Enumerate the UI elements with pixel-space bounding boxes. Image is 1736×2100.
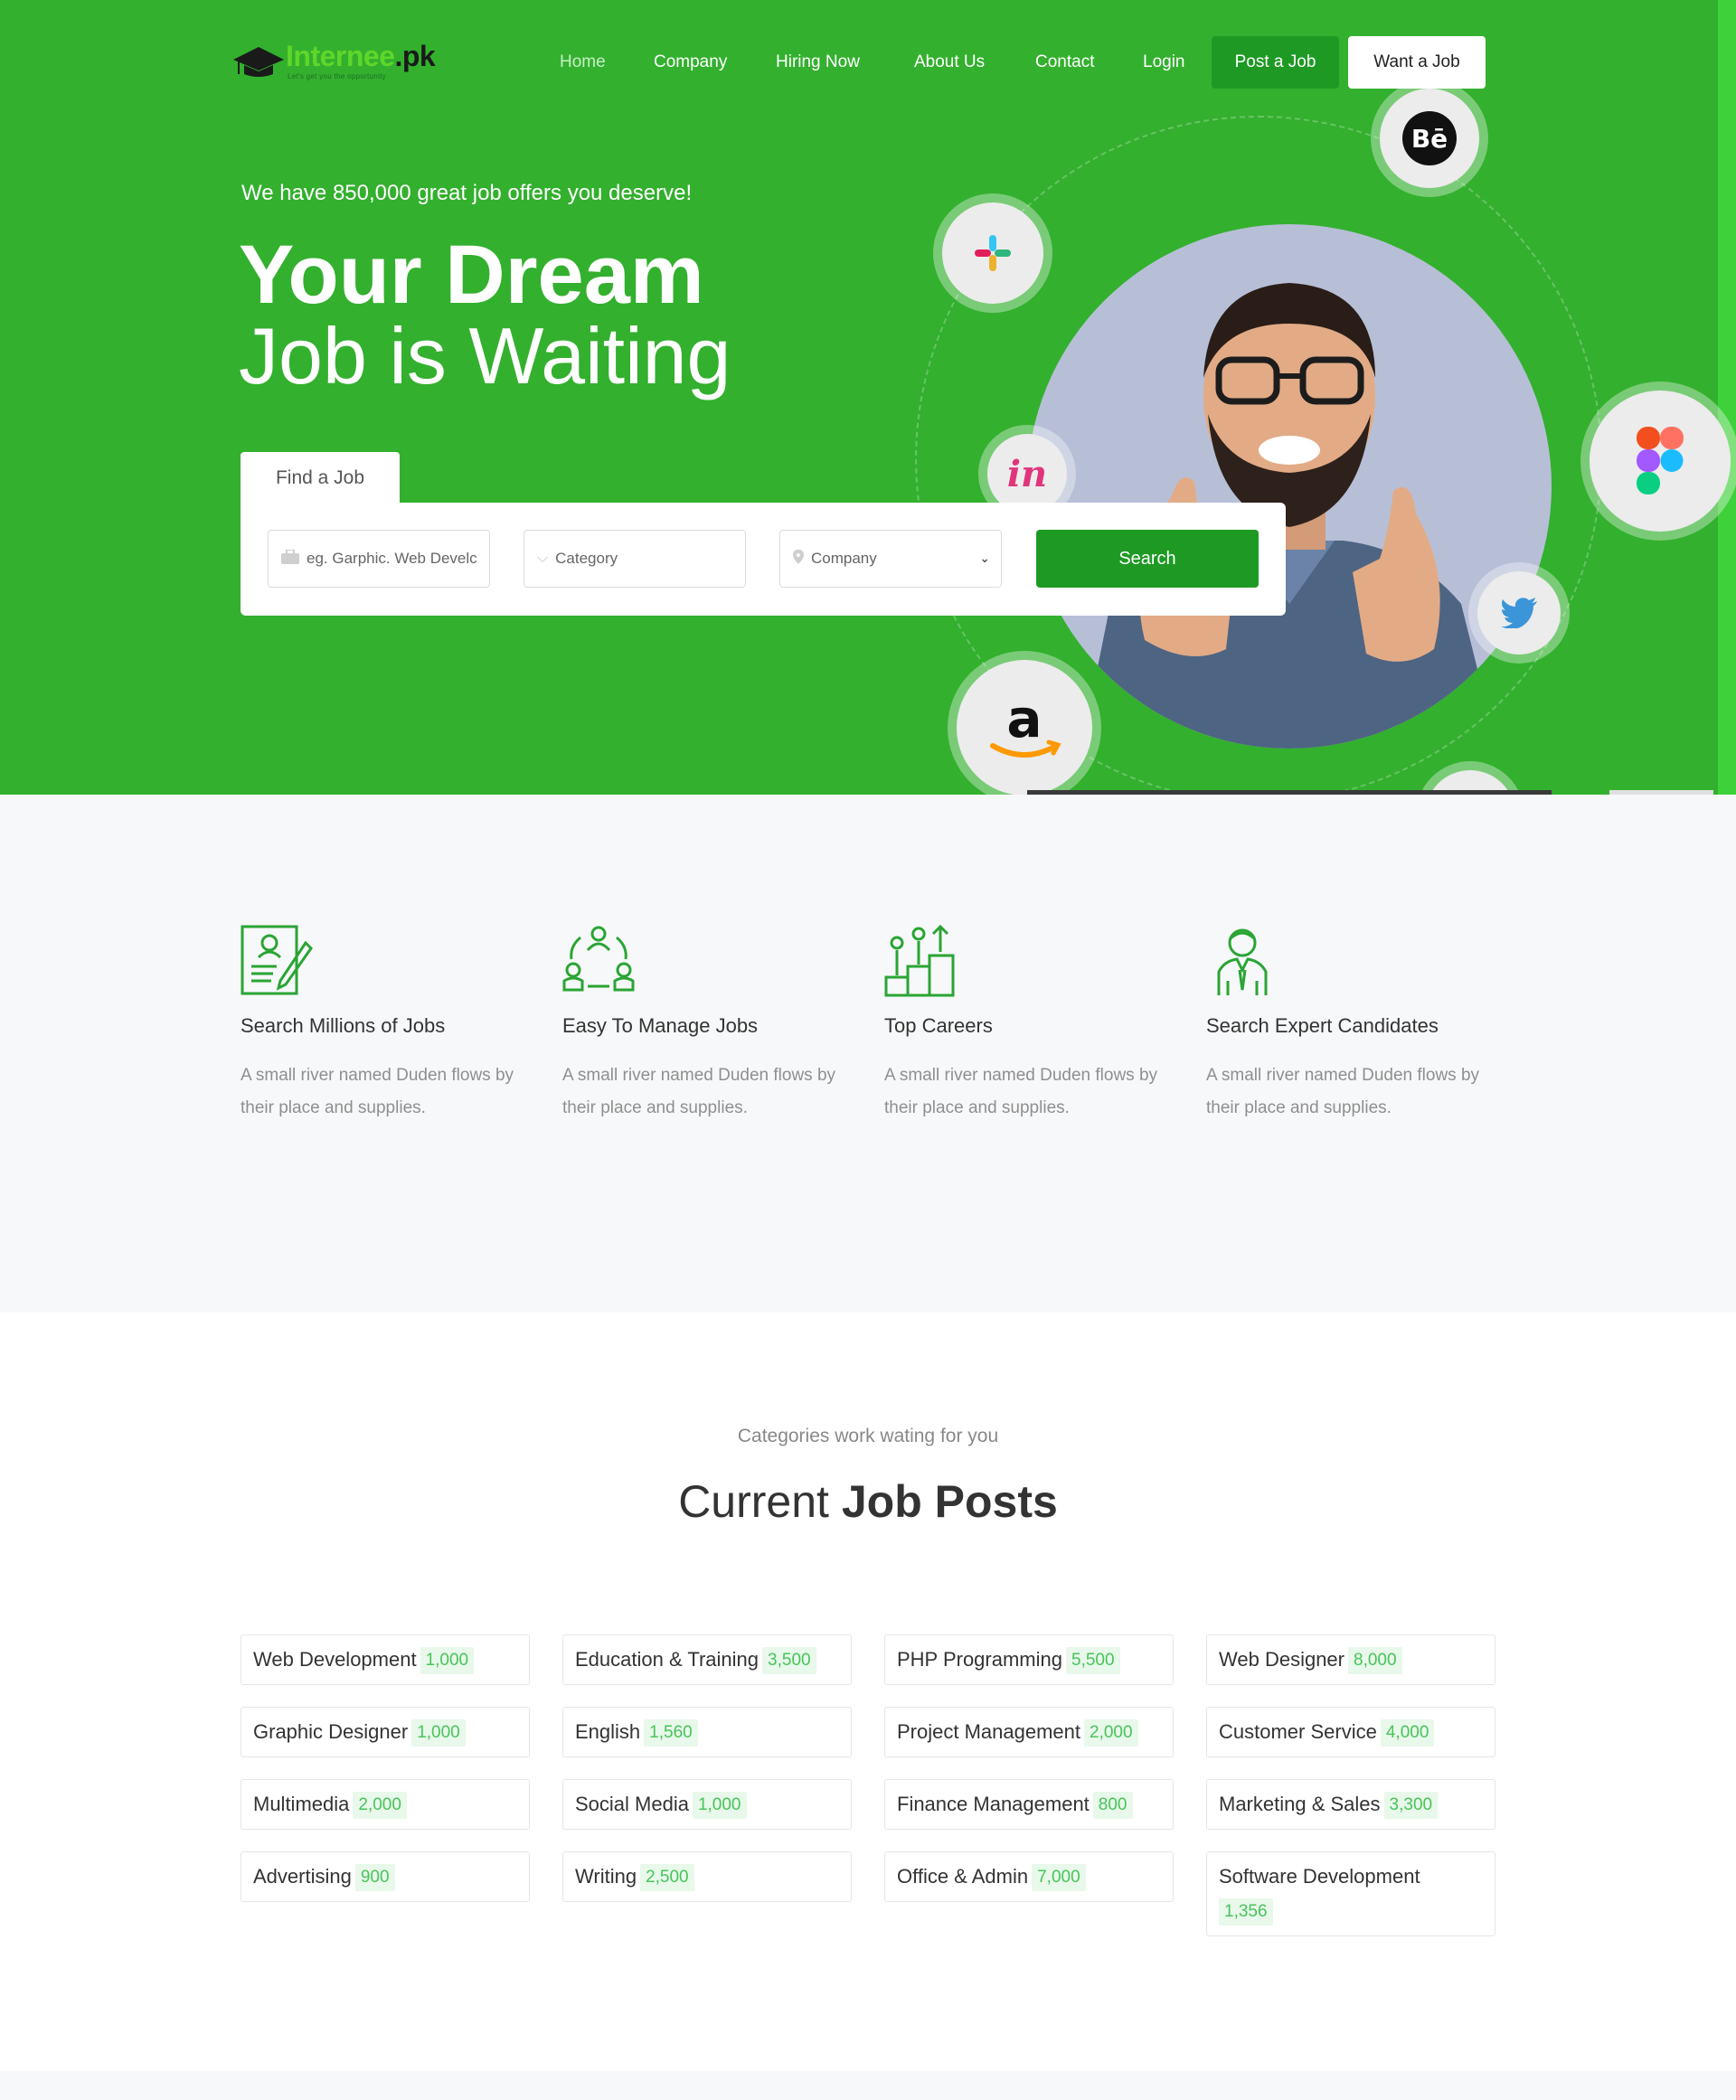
company-value: Company [811, 550, 877, 567]
category-tag[interactable]: Marketing & Sales 3,300 [1206, 1779, 1495, 1831]
job-search-form: eg. Garphic. Web Develc ⌵ Category Compa… [241, 503, 1286, 616]
category-tag[interactable]: Finance Management 800 [884, 1779, 1174, 1831]
chevron-down-icon: ⌵ [537, 551, 549, 566]
category-tag[interactable]: Multimedia 2,000 [241, 1779, 530, 1831]
feature-description: A small river named Duden flows by their… [241, 1066, 514, 1117]
nav-hiring-now[interactable]: Hiring Now [776, 52, 860, 72]
hero-portrait [1027, 224, 1552, 749]
want-job-button[interactable]: Want a Job [1348, 36, 1486, 89]
categories-subtitle: Categories work wating for you [737, 1426, 999, 1446]
find-job-tab[interactable]: Find a Job [241, 452, 400, 504]
category-count: 1,000 [692, 1792, 747, 1820]
feature-card: Top Careers A small river named Duden fl… [884, 924, 1174, 1125]
category-count: 2,000 [353, 1792, 407, 1820]
brand-tagline: Let's get you the opportunity [288, 72, 386, 80]
category-tag[interactable]: PHP Programming 5,500 [884, 1634, 1174, 1686]
category-tag[interactable]: Project Management 2,000 [884, 1707, 1174, 1758]
nav-login[interactable]: Login [1143, 52, 1185, 72]
features-section: Search Millions of Jobs A small river na… [0, 795, 1736, 1313]
category-count: 900 [354, 1864, 395, 1892]
feature-card: Search Expert Candidates A small river n… [1206, 925, 1495, 1125]
category-tag[interactable]: Web Designer 8,000 [1206, 1634, 1495, 1686]
category-tag[interactable]: Web Development 1,000 [241, 1634, 530, 1686]
category-tag[interactable]: Graphic Designer 1,000 [241, 1707, 530, 1758]
category-count: 800 [1092, 1792, 1133, 1820]
nav-company[interactable]: Company [654, 52, 727, 72]
nav-home[interactable]: Home [560, 52, 606, 72]
hero-subtitle: We have 850,000 great job offers you des… [241, 181, 693, 205]
category-count: 1,000 [420, 1647, 475, 1675]
nav-contact[interactable]: Contact [1035, 52, 1094, 72]
category-tag[interactable]: Social Media 1,000 [562, 1779, 852, 1831]
category-count: 3,300 [1383, 1792, 1439, 1820]
category-tag[interactable]: Customer Service 4,000 [1206, 1707, 1495, 1758]
feature-description: A small river named Duden flows by their… [562, 1066, 836, 1117]
category-count: 5,500 [1066, 1647, 1120, 1675]
behance-icon: Bē [1380, 89, 1479, 188]
figma-icon [1590, 391, 1731, 532]
category-count: 7,000 [1032, 1864, 1086, 1892]
nav-about-us[interactable]: About Us [914, 52, 985, 72]
category-count: 8,000 [1348, 1647, 1402, 1675]
invision-icon: in [987, 434, 1067, 513]
category-tag[interactable]: Advertising 900 [241, 1851, 530, 1903]
svg-text:a: a [1006, 692, 1042, 749]
category-count: 2,500 [640, 1864, 694, 1892]
category-tag[interactable]: Office & Admin 7,000 [884, 1851, 1174, 1903]
category-count: 1,356 [1219, 1898, 1273, 1926]
team-cycle-icon [562, 926, 635, 992]
category-count: 4,000 [1380, 1719, 1435, 1747]
svg-text:Bē: Bē [1411, 124, 1448, 154]
select-caret-icon: ⌄ [979, 551, 990, 565]
location-pin-icon [793, 549, 804, 569]
feature-title: Search Millions of Jobs [241, 1014, 446, 1037]
hero-title-line2: Job is Waiting [239, 311, 731, 400]
category-count: 3,500 [762, 1647, 816, 1675]
post-job-button[interactable]: Post a Job [1212, 36, 1339, 89]
twitter-icon [1477, 571, 1561, 654]
feature-description: A small river named Duden flows by their… [884, 1066, 1158, 1117]
category-tag[interactable]: Education & Training 3,500 [562, 1634, 852, 1686]
briefcase-icon [281, 548, 299, 569]
category-tag[interactable]: English 1,560 [562, 1707, 852, 1758]
category-count: 2,000 [1084, 1719, 1138, 1747]
brand-name: Internee.pk [286, 40, 436, 72]
hero-title-line1: Your Dream [239, 229, 704, 321]
feature-description: A small river named Duden flows by their… [1206, 1066, 1480, 1117]
graduation-cap-icon [233, 47, 284, 77]
category-tag[interactable]: Writing 2,500 [562, 1851, 852, 1903]
keyword-placeholder: eg. Garphic. Web Develc [307, 550, 477, 567]
feature-card: Easy To Manage Jobs A small river named … [562, 925, 852, 1125]
brand-logo[interactable]: Internee.pk Let's get you the opportunit… [231, 40, 436, 81]
categories-heading: Current Job Posts [678, 1476, 1058, 1527]
feature-title: Easy To Manage Jobs [562, 1014, 759, 1037]
hero-section: Bē in a Internee.pk Let's get you the op… [0, 0, 1736, 795]
company-select[interactable]: Company ⌄ [779, 530, 1002, 588]
slack-icon [942, 202, 1043, 304]
category-count: 1,560 [644, 1719, 698, 1747]
feature-title: Top Careers [884, 1014, 993, 1037]
category-tag[interactable]: Software Development 1,356 [1206, 1851, 1495, 1936]
amazon-icon: a [957, 660, 1092, 795]
category-count: 1,000 [411, 1719, 466, 1747]
next-section-edge [0, 2071, 1736, 2100]
category-value: Category [555, 550, 618, 567]
career-growth-icon [884, 924, 955, 997]
category-select[interactable]: ⌵ Category [524, 530, 746, 588]
candidate-icon [1217, 928, 1268, 995]
feature-card: Search Millions of Jobs A small river na… [241, 925, 530, 1125]
resume-icon [241, 925, 313, 995]
feature-title: Search Expert Candidates [1206, 1014, 1439, 1037]
hero-edge-strip [1718, 0, 1736, 795]
keyword-input[interactable]: eg. Garphic. Web Develc [268, 530, 490, 588]
search-button[interactable]: Search [1036, 530, 1259, 588]
